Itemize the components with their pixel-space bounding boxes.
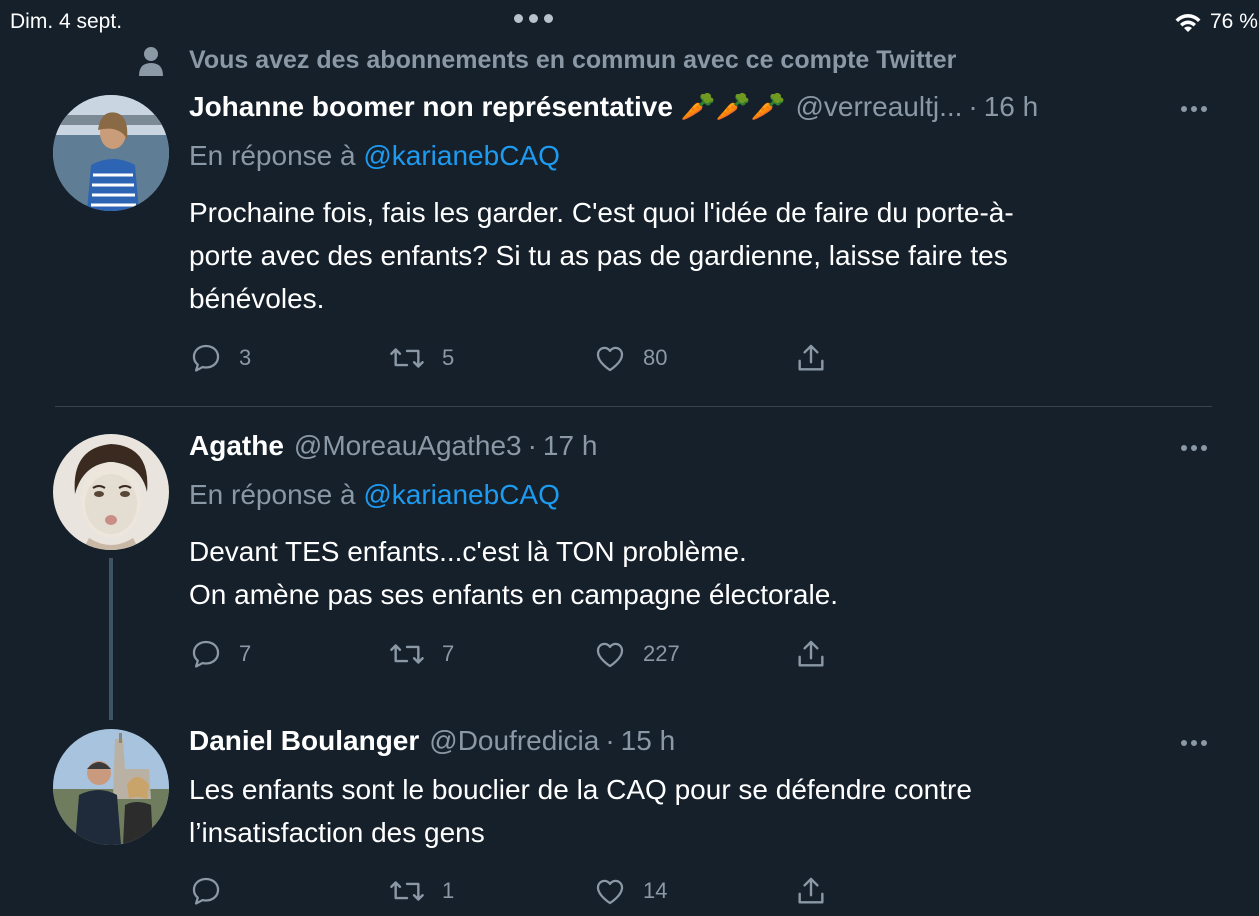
more-icon[interactable] bbox=[1181, 445, 1207, 451]
reply-context: En réponse à @karianebCAQ bbox=[189, 140, 560, 172]
avatar[interactable] bbox=[53, 729, 169, 845]
tweet-header: Daniel Boulanger @Doufredicia · 15 h bbox=[189, 725, 675, 757]
share-button[interactable] bbox=[794, 874, 828, 908]
tweet-text: Prochaine fois, fais les garder. C'est q… bbox=[189, 191, 1189, 320]
reply-mention-link[interactable]: @karianebCAQ bbox=[363, 479, 560, 510]
like-icon bbox=[596, 879, 624, 905]
retweet-icon bbox=[390, 881, 424, 901]
handle[interactable]: @Doufredicia bbox=[429, 725, 599, 757]
tweet-text-line: On amène pas ses enfants en campagne éle… bbox=[189, 579, 839, 610]
tweet-text-line: Les enfants sont le bouclier de la CAQ p… bbox=[189, 774, 972, 805]
like-count: 227 bbox=[643, 641, 680, 666]
retweet-button[interactable]: 7 bbox=[388, 637, 454, 671]
battery-percentage: 76 % bbox=[1210, 10, 1258, 33]
timestamp[interactable]: 16 h bbox=[984, 91, 1039, 123]
retweet-count: 1 bbox=[442, 878, 455, 903]
handle[interactable]: @MoreauAgathe3 bbox=[294, 430, 522, 462]
timestamp[interactable]: 15 h bbox=[621, 725, 676, 757]
reply-count: 7 bbox=[239, 641, 252, 666]
social-context-text: Vous avez des abonnements en commun avec… bbox=[189, 46, 957, 74]
tweet-text-line: Devant TES enfants...c'est là TON problè… bbox=[189, 536, 747, 567]
display-name[interactable]: Agathe bbox=[189, 430, 284, 462]
reply-icon bbox=[192, 344, 220, 372]
tweet-text-line: l’insatisfaction des gens bbox=[189, 817, 485, 848]
tweet-text: Les enfants sont le bouclier de la CAQ p… bbox=[189, 768, 1189, 854]
retweet-count: 5 bbox=[442, 345, 455, 370]
carrot-emoji: 🥕🥕🥕 bbox=[680, 91, 786, 122]
multitasking-dots-icon[interactable] bbox=[514, 14, 553, 23]
tweet-text-line: porte avec des enfants? Si tu as pas de … bbox=[189, 240, 1008, 271]
retweet-count: 7 bbox=[442, 641, 455, 666]
like-button[interactable]: 227 bbox=[593, 637, 680, 671]
more-icon[interactable] bbox=[1181, 106, 1207, 112]
reply-count: 3 bbox=[239, 345, 252, 370]
like-count: 80 bbox=[643, 345, 668, 370]
separator: · bbox=[527, 430, 537, 461]
reply-context: En réponse à @karianebCAQ bbox=[189, 479, 560, 511]
like-button[interactable]: 14 bbox=[593, 874, 667, 908]
share-button[interactable] bbox=[794, 341, 828, 375]
reply-button[interactable]: 3 bbox=[189, 341, 251, 375]
tweet-text-line: Prochaine fois, fais les garder. C'est q… bbox=[189, 197, 1014, 228]
display-name[interactable]: Daniel Boulanger bbox=[189, 725, 419, 757]
separator: · bbox=[605, 725, 615, 756]
display-name[interactable]: Johanne boomer non représentative bbox=[189, 91, 673, 123]
reply-icon bbox=[192, 877, 220, 905]
tweet-header: Johanne boomer non représentative 🥕🥕🥕 @v… bbox=[189, 90, 1038, 123]
wifi-icon bbox=[1173, 12, 1203, 39]
more-icon[interactable] bbox=[1181, 740, 1207, 746]
avatar[interactable] bbox=[53, 95, 169, 211]
handle[interactable]: @verreaultj... bbox=[795, 91, 962, 123]
reply-icon bbox=[192, 640, 220, 668]
avatar[interactable] bbox=[53, 434, 169, 550]
like-icon bbox=[596, 642, 624, 668]
share-button[interactable] bbox=[794, 637, 828, 671]
share-icon bbox=[798, 640, 824, 667]
reply-prefix: En réponse à bbox=[189, 140, 356, 171]
like-count: 14 bbox=[643, 878, 668, 903]
retweet-button[interactable]: 1 bbox=[388, 874, 454, 908]
retweet-icon bbox=[390, 644, 424, 664]
retweet-button[interactable]: 5 bbox=[388, 341, 454, 375]
like-button[interactable]: 80 bbox=[593, 341, 667, 375]
tweet-text-line: bénévoles. bbox=[189, 283, 325, 314]
status-time: Dim. 4 sept. bbox=[10, 10, 123, 33]
share-icon bbox=[798, 344, 824, 371]
timestamp[interactable]: 17 h bbox=[543, 430, 598, 462]
tweet-text: Devant TES enfants...c'est là TON problè… bbox=[189, 530, 1189, 616]
like-icon bbox=[596, 346, 624, 372]
separator: · bbox=[968, 91, 978, 122]
retweet-icon bbox=[390, 348, 424, 368]
divider bbox=[55, 406, 1212, 407]
person-icon bbox=[137, 46, 165, 83]
reply-mention-link[interactable]: @karianebCAQ bbox=[363, 140, 560, 171]
reply-button[interactable] bbox=[189, 874, 239, 908]
thread-line bbox=[109, 558, 113, 720]
tweet-header: Agathe @MoreauAgathe3 · 17 h bbox=[189, 430, 597, 462]
reply-prefix: En réponse à bbox=[189, 479, 356, 510]
reply-button[interactable]: 7 bbox=[189, 637, 251, 671]
share-icon bbox=[798, 877, 824, 904]
